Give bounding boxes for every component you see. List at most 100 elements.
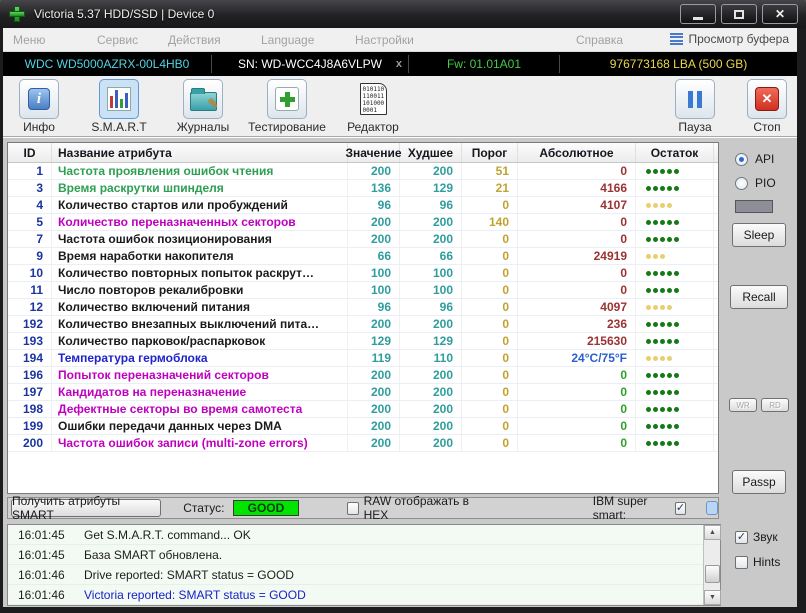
attr-absolute: 4166 bbox=[518, 180, 636, 196]
passport-button[interactable]: Passp bbox=[732, 470, 786, 494]
scroll-thumb[interactable] bbox=[705, 565, 720, 583]
health-dot-icon bbox=[674, 372, 679, 378]
health-dot-icon bbox=[653, 338, 658, 344]
sound-checkbox[interactable]: ✓ bbox=[735, 530, 748, 544]
pause-button[interactable]: Пауза bbox=[659, 79, 731, 134]
health-dot-icon bbox=[660, 440, 665, 446]
health-dot-icon bbox=[653, 304, 658, 310]
attr-health-dots bbox=[636, 197, 714, 213]
attr-id: 198 bbox=[8, 401, 52, 417]
smart-row-199[interactable]: 199 Ошибки передачи данных через DMA 200 20… bbox=[8, 418, 718, 435]
buffer-view-button[interactable]: Просмотр буфера bbox=[670, 32, 789, 46]
health-dot-icon bbox=[653, 423, 658, 429]
editor-button[interactable]: 010110 110011 101000 0001 Редактор bbox=[337, 79, 409, 134]
col-id[interactable]: ID bbox=[8, 143, 52, 162]
health-dot-icon bbox=[667, 168, 672, 174]
serial-clear-icon[interactable]: x bbox=[396, 58, 402, 70]
pio-radio-row[interactable]: PIO bbox=[735, 176, 776, 190]
device-firmware[interactable]: Fw: 01.01A01 bbox=[409, 52, 559, 76]
log-text: Drive reported: SMART status = GOOD bbox=[84, 567, 294, 582]
attr-health-dots bbox=[636, 163, 714, 179]
smart-row-192[interactable]: 192 Количество внезапных выключений пита…… bbox=[8, 316, 718, 333]
device-model[interactable]: WDC WD5000AZRX-00L4HB0 bbox=[3, 52, 211, 76]
close-button[interactable]: ✕ bbox=[762, 4, 798, 24]
smart-row-11[interactable]: 11 Число повторов рекалибровки 100 100 0 0 bbox=[8, 282, 718, 299]
testing-button[interactable]: Тестирование bbox=[248, 79, 326, 134]
menu-settings[interactable]: Настройки bbox=[355, 33, 414, 47]
smart-row-12[interactable]: 12 Количество включений питания 96 96 0 4097 bbox=[8, 299, 718, 316]
menu-service[interactable]: Сервис bbox=[97, 33, 138, 47]
smart-row-198[interactable]: 198 Дефектные секторы во время самотеста 2… bbox=[8, 401, 718, 418]
menu-language[interactable]: Language bbox=[261, 33, 314, 47]
attr-threshold: 0 bbox=[462, 299, 518, 315]
serial-text: SN: WD-WCC4J8A6VLPW bbox=[237, 57, 383, 71]
log-scrollbar[interactable]: ▲ ▼ bbox=[703, 525, 721, 605]
health-dot-icon bbox=[667, 219, 672, 225]
ibm-indicator bbox=[706, 501, 719, 515]
smart-table: ID Название атрибута Значение Худшее Пор… bbox=[7, 142, 719, 494]
col-worst[interactable]: Худшее bbox=[400, 143, 462, 162]
smart-row-197[interactable]: 197 Кандидатов на переназначение 200 200 0 0 bbox=[8, 384, 718, 401]
app-icon bbox=[8, 5, 26, 23]
attr-absolute: 0 bbox=[518, 384, 636, 400]
menu-main[interactable]: Меню bbox=[13, 33, 45, 47]
attr-threshold: 140 bbox=[462, 214, 518, 230]
table-body: 1 Частота проявления ошибок чтения 200 200 5… bbox=[8, 163, 718, 452]
info-button[interactable]: i Инфо bbox=[3, 79, 75, 134]
smart-row-200[interactable]: 200 Частота ошибок записи (multi-zone err… bbox=[8, 435, 718, 452]
api-radio[interactable] bbox=[735, 152, 748, 166]
attr-value: 200 bbox=[348, 435, 400, 451]
health-dot-icon bbox=[674, 440, 679, 446]
health-dot-icon bbox=[667, 185, 672, 191]
attr-threshold: 0 bbox=[462, 316, 518, 332]
smart-row-1[interactable]: 1 Частота проявления ошибок чтения 200 200 5… bbox=[8, 163, 718, 180]
log-text: Victoria reported: SMART status = GOOD bbox=[84, 587, 306, 602]
smart-row-7[interactable]: 7 Частота ошибок позиционирования 200 200 0 0 bbox=[8, 231, 718, 248]
device-serial[interactable]: SN: WD-WCC4J8A6VLPW x bbox=[212, 52, 408, 76]
menu-help[interactable]: Справка bbox=[576, 33, 623, 47]
close-icon: ✕ bbox=[774, 7, 786, 21]
sound-checkbox-row[interactable]: ✓ Звук bbox=[735, 530, 778, 544]
health-dot-icon bbox=[646, 355, 651, 361]
hints-checkbox-row[interactable]: Hints bbox=[735, 555, 780, 569]
recall-button[interactable]: Recall bbox=[730, 285, 788, 309]
read-small-button[interactable]: RD bbox=[761, 398, 789, 412]
hints-checkbox[interactable] bbox=[735, 555, 748, 569]
device-capacity[interactable]: 976773168 LBA (500 GB) bbox=[560, 52, 797, 76]
get-smart-button[interactable]: Получить атрибуты SMART bbox=[11, 494, 162, 522]
journals-button[interactable]: ✎ Журналы bbox=[167, 79, 239, 134]
attr-worst: 200 bbox=[400, 367, 462, 383]
smart-row-9[interactable]: 9 Время наработки накопителя 66 66 0 24919 bbox=[8, 248, 718, 265]
scroll-down-icon[interactable]: ▼ bbox=[704, 590, 721, 605]
ibm-smart-checkbox[interactable]: ✓ bbox=[674, 501, 687, 515]
minimize-button[interactable] bbox=[680, 4, 716, 24]
sleep-button[interactable]: Sleep bbox=[732, 223, 786, 247]
write-small-button[interactable]: WR bbox=[729, 398, 757, 412]
smart-row-10[interactable]: 10 Количество повторных попыток раскрут… 1… bbox=[8, 265, 718, 282]
smart-row-194[interactable]: 194 Температура гермоблока 119 110 0 24°C/75°… bbox=[8, 350, 718, 367]
raw-hex-checkbox[interactable] bbox=[347, 501, 359, 515]
attr-value: 136 bbox=[348, 180, 400, 196]
smart-row-196[interactable]: 196 Попыток переназначений секторов 200 200… bbox=[8, 367, 718, 384]
smart-row-4[interactable]: 4 Количество стартов или пробуждений 96 96 0… bbox=[8, 197, 718, 214]
maximize-button[interactable] bbox=[721, 4, 757, 24]
menu-actions[interactable]: Действия bbox=[168, 33, 221, 47]
col-value[interactable]: Значение bbox=[345, 143, 402, 162]
col-threshold[interactable]: Порог bbox=[462, 143, 518, 162]
scroll-up-icon[interactable]: ▲ bbox=[704, 525, 721, 540]
smart-row-5[interactable]: 5 Количество переназначенных секторов 200 2… bbox=[8, 214, 718, 231]
right-sidebar: API PIO Sleep Recall WR RD Passp ✓ Звук … bbox=[721, 138, 797, 607]
col-attribute-name[interactable]: Название атрибута bbox=[52, 143, 348, 162]
api-radio-row[interactable]: API bbox=[735, 152, 774, 166]
smart-button[interactable]: S.M.A.R.T bbox=[83, 79, 155, 134]
health-dot-icon bbox=[674, 219, 679, 225]
activity-indicator bbox=[735, 200, 773, 213]
col-health[interactable]: Остаток bbox=[636, 143, 714, 162]
smart-row-3[interactable]: 3 Время раскрутки шпинделя 136 129 21 4166 bbox=[8, 180, 718, 197]
stop-button[interactable]: ✕ Стоп bbox=[731, 79, 803, 134]
status-badge: GOOD bbox=[232, 500, 300, 516]
col-absolute[interactable]: Абсолютное bbox=[518, 143, 636, 162]
pio-radio[interactable] bbox=[735, 176, 748, 190]
smart-row-193[interactable]: 193 Количество парковок/распарковок 129 129… bbox=[8, 333, 718, 350]
health-dot-icon bbox=[660, 389, 665, 395]
